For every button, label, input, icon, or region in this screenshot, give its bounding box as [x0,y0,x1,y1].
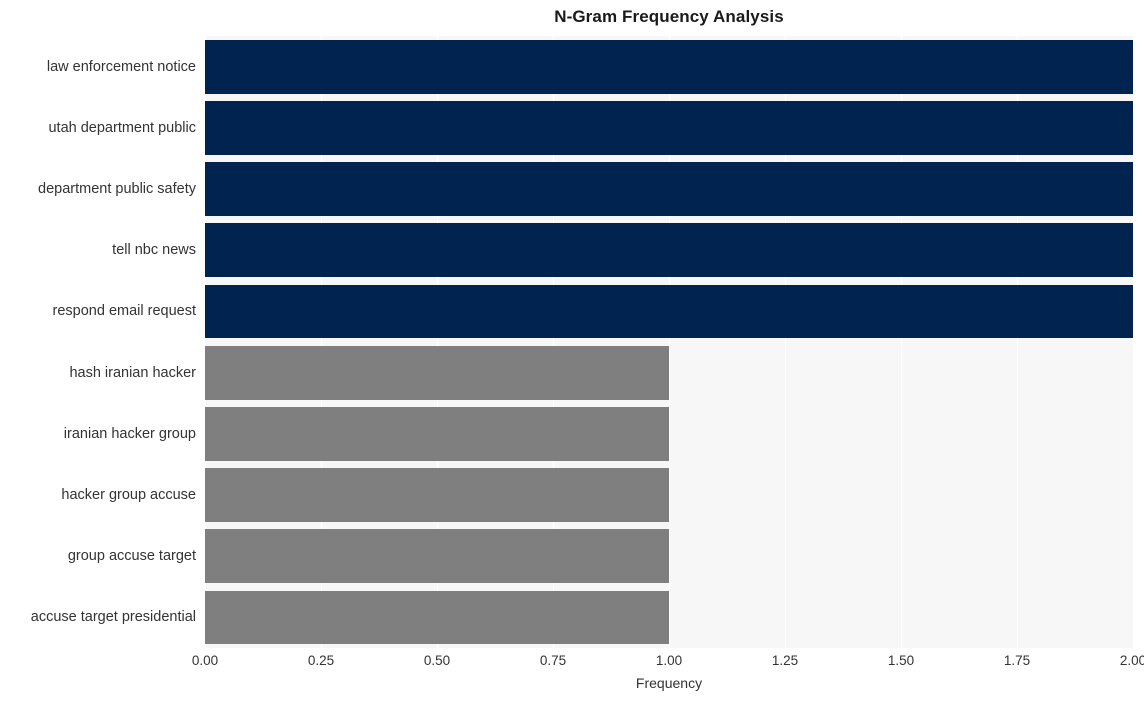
y-axis-tick-label: department public safety [38,181,196,197]
x-axis-tick-label: 1.25 [771,653,799,668]
bar [205,406,669,461]
x-axis-tick-label: 1.50 [887,653,915,668]
bar [205,162,1133,216]
y-axis-tick-label: utah department public [48,119,196,136]
bar [205,100,1133,155]
y-axis-tick-label: accuse target presidential [30,609,196,626]
x-axis-tick-label: 0.00 [191,653,219,668]
y-axis-tick-label: respond email request [52,303,196,320]
plot-area [205,36,1134,648]
x-axis-tick-label: 1.75 [1003,653,1031,668]
y-axis-tick-label: tell nbc news [112,242,196,259]
x-axis-tick-labels: 0.00 0.25 0.50 0.75 1.00 1.25 1.50 1.75 2.00 [192,652,1144,674]
bar [205,529,669,584]
y-axis-tick-label: hash iranian hacker [69,364,196,381]
x-axis-tick-label: 0.75 [539,653,567,668]
bar [205,284,1133,339]
y-axis-tick-label: group accuse target [67,548,196,565]
x-axis-tick-label: 1.00 [655,653,683,668]
y-axis-tick-label: iranian hacker group [63,425,196,442]
x-axis-tick-label: 0.50 [423,653,451,668]
y-axis-tick-labels: law enforcement notice utah department pu… [0,36,196,648]
x-axis-tick-label: 2.00 [1119,653,1144,668]
gridline-x-8 [1133,36,1134,648]
bar [205,345,669,400]
chart-title: N-Gram Frequency Analysis [554,7,784,26]
bar [205,223,1133,278]
bar [205,590,669,645]
bar [205,39,1133,94]
bar [205,468,669,522]
y-axis-tick-label: law enforcement notice [46,58,196,75]
y-axis-tick-label: hacker group accuse [61,487,196,503]
chart-figure: N-Gram Frequency Analysis law enforcemen… [0,0,1144,701]
x-axis-title: Frequency [635,675,703,691]
x-axis-tick-label: 0.25 [307,653,335,668]
